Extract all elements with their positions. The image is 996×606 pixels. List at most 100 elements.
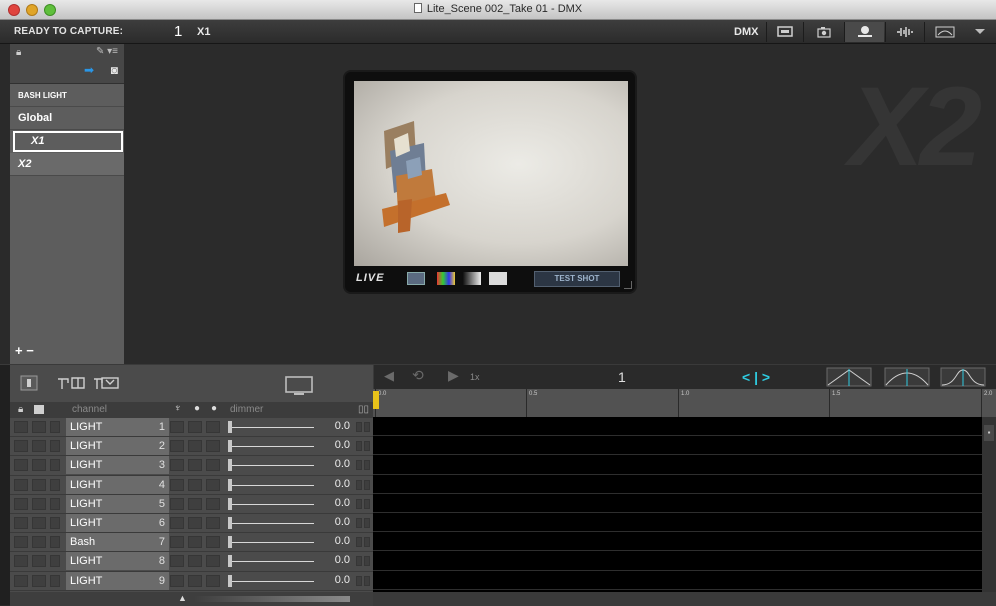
mute-toggle[interactable]	[50, 536, 60, 549]
mute-toggle[interactable]	[50, 421, 60, 433]
channel-row[interactable]: LIGHT 1 0.0	[10, 418, 373, 438]
channel-row[interactable]: LIGHT 4 0.0	[10, 475, 373, 495]
scrollbar-thumb[interactable]: ▪	[984, 425, 994, 441]
dot-toggle[interactable]	[206, 497, 220, 510]
row-toggle-b[interactable]	[364, 460, 370, 471]
row-toggle-a[interactable]	[356, 575, 362, 586]
timeline-ruler[interactable]: 0.0 0.5 1.0 1.5 2.0	[373, 389, 996, 417]
light-view-button[interactable]	[844, 22, 884, 42]
ease-curve-icon[interactable]	[884, 367, 930, 387]
timeline-track[interactable]	[373, 494, 982, 513]
drop-toggle[interactable]	[188, 555, 202, 568]
lock-toggle[interactable]	[14, 555, 28, 568]
vertical-scrollbar[interactable]: ▪	[982, 417, 996, 593]
row-toggle-a[interactable]	[356, 498, 362, 509]
channel-row[interactable]: LIGHT 2 0.0	[10, 437, 373, 457]
dot-toggle[interactable]	[206, 421, 220, 433]
solo-toggle[interactable]	[32, 459, 46, 472]
solo-toggle[interactable]	[32, 478, 46, 491]
dimmer-slider[interactable]	[232, 580, 314, 582]
mute-toggle[interactable]	[50, 497, 60, 510]
dot-toggle[interactable]	[206, 478, 220, 491]
lock-toggle[interactable]	[14, 574, 28, 587]
row-toggle-a[interactable]	[356, 517, 362, 528]
row-toggle-a[interactable]	[356, 556, 362, 567]
mute-toggle[interactable]	[50, 555, 60, 568]
dimmer-slider[interactable]	[232, 503, 314, 505]
monitor-view-button[interactable]	[766, 22, 802, 42]
mute-toggle[interactable]	[50, 516, 60, 529]
row-toggle-a[interactable]	[356, 537, 362, 548]
bulb-toggle[interactable]	[170, 574, 184, 587]
row-toggle-a[interactable]	[356, 441, 362, 452]
bulb-toggle[interactable]	[170, 459, 184, 472]
timeline-track[interactable]	[373, 417, 982, 437]
row-toggle-b[interactable]	[364, 517, 370, 528]
dimmer-slider[interactable]	[232, 542, 314, 544]
timeline-track[interactable]	[373, 551, 982, 571]
playhead[interactable]	[373, 391, 379, 409]
timeline-track[interactable]	[373, 532, 982, 552]
row-toggle-b[interactable]	[364, 556, 370, 567]
bulb-toggle[interactable]	[170, 478, 184, 491]
dimmer-slider[interactable]	[232, 484, 314, 486]
loop-icon[interactable]: ⟲	[412, 367, 424, 384]
dot-toggle[interactable]	[206, 555, 220, 568]
test-shot-button[interactable]: TEST SHOT	[534, 271, 620, 287]
display-icon[interactable]	[285, 376, 313, 396]
lock-toggle[interactable]	[14, 421, 28, 433]
playback-speed[interactable]: 1x	[470, 372, 480, 382]
dot-toggle[interactable]	[206, 459, 220, 472]
zoom-slider[interactable]	[194, 596, 350, 602]
channel-row[interactable]: LIGHT 9 0.0	[10, 571, 373, 591]
mute-toggle[interactable]	[50, 440, 60, 453]
channel-row[interactable]: LIGHT 3 0.0	[10, 456, 373, 476]
sidebar-item-x2[interactable]: X2	[10, 153, 124, 176]
solo-toggle[interactable]	[32, 440, 46, 453]
drop-toggle[interactable]	[188, 516, 202, 529]
lock-toggle[interactable]	[14, 440, 28, 453]
timeline-track[interactable]	[373, 475, 982, 494]
ease-linear-icon[interactable]	[826, 367, 872, 387]
filter-icon[interactable]	[92, 375, 120, 391]
timeline-track[interactable]	[373, 571, 982, 590]
mute-toggle[interactable]	[50, 459, 60, 472]
drop-toggle[interactable]	[188, 497, 202, 510]
bulb-toggle[interactable]	[170, 421, 184, 433]
dimmer-slider[interactable]	[232, 465, 314, 467]
sidebar-item-global[interactable]: Global	[10, 107, 124, 130]
bulb-toggle[interactable]	[170, 555, 184, 568]
keyframe-nav[interactable]: < | >	[742, 369, 770, 385]
dot-toggle[interactable]	[206, 574, 220, 587]
drop-toggle[interactable]	[188, 421, 202, 433]
drop-toggle[interactable]	[188, 459, 202, 472]
ease-smooth-icon[interactable]	[940, 367, 986, 387]
timeline-track[interactable]	[373, 455, 982, 475]
play-icon[interactable]: ▶	[448, 367, 459, 384]
arrow-right-icon[interactable]: ➡	[84, 63, 94, 77]
lock-toggle[interactable]	[14, 459, 28, 472]
row-toggle-b[interactable]	[364, 422, 370, 432]
drop-toggle[interactable]	[188, 440, 202, 453]
color-mode-button[interactable]	[437, 272, 455, 285]
sidebar-camera-icon[interactable]: ◙	[111, 63, 118, 77]
lock-icon[interactable]: 🔒︎	[16, 47, 21, 58]
sidebar-item-x1[interactable]: X1	[13, 131, 123, 152]
layer-toggle-button[interactable]	[407, 272, 425, 285]
solo-toggle[interactable]	[32, 536, 46, 549]
dimmer-slider[interactable]	[232, 446, 314, 448]
timeline-track[interactable]	[373, 436, 982, 456]
columns-icon[interactable]: ▯▯	[358, 404, 369, 415]
dimmer-slider[interactable]	[232, 561, 314, 563]
dropdown-button[interactable]	[964, 22, 996, 42]
lock-toggle[interactable]	[14, 516, 28, 529]
solo-toggle[interactable]	[32, 497, 46, 510]
speaker-icon[interactable]: ◀	[384, 368, 394, 384]
row-toggle-a[interactable]	[356, 479, 362, 490]
timeline-tracks[interactable]	[373, 417, 982, 591]
solo-toggle[interactable]	[32, 516, 46, 529]
solo-toggle[interactable]	[32, 421, 46, 433]
edit-tools-icon[interactable]: ✎ ▾≡	[96, 46, 118, 57]
bulb-toggle[interactable]	[170, 536, 184, 549]
lock-toggle[interactable]	[14, 478, 28, 491]
